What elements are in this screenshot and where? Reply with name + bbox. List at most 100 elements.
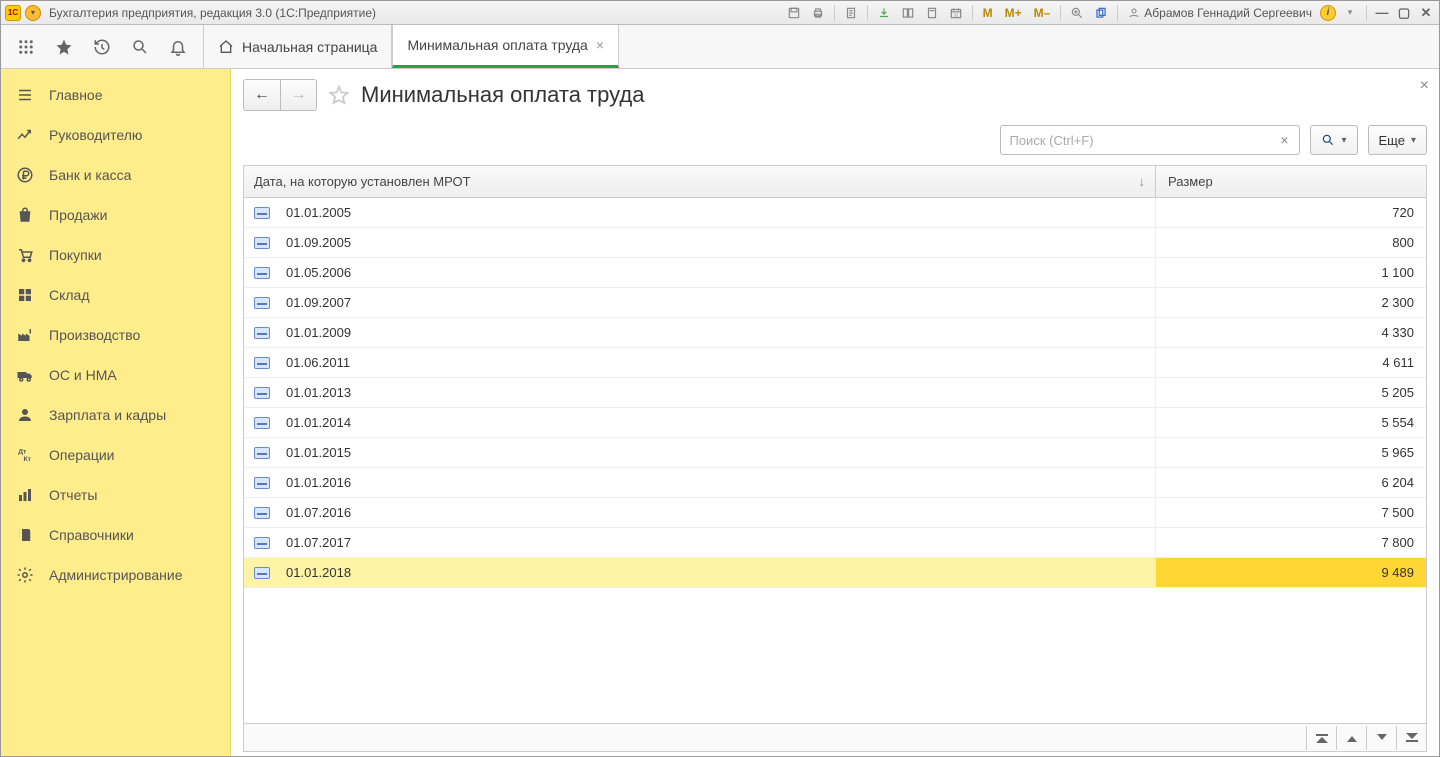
nav-back-button[interactable]: ← bbox=[244, 80, 280, 110]
sidebar-item-label: Администрирование bbox=[49, 567, 183, 583]
sidebar-item-operations[interactable]: ДтКт Операции bbox=[1, 435, 230, 475]
ledger-icon: ДтКт bbox=[15, 445, 35, 465]
sidebar-item-admin[interactable]: Администрирование bbox=[1, 555, 230, 595]
boxes-icon bbox=[15, 285, 35, 305]
table-row[interactable]: 01.06.20114 611 bbox=[244, 348, 1426, 378]
table-row[interactable]: 01.09.20072 300 bbox=[244, 288, 1426, 318]
filter-search-button[interactable]: ▾ bbox=[1310, 125, 1357, 155]
svg-text:31: 31 bbox=[953, 12, 959, 17]
apps-grid-icon[interactable] bbox=[15, 36, 37, 58]
compare-icon[interactable] bbox=[898, 4, 918, 22]
sidebar-item-label: Банк и касса bbox=[49, 167, 131, 183]
record-icon bbox=[254, 207, 270, 219]
zoom-icon[interactable] bbox=[1067, 4, 1087, 22]
table-row[interactable]: 01.07.20177 800 bbox=[244, 528, 1426, 558]
cell-date: 01.01.2015 bbox=[244, 438, 1156, 467]
calendar-icon[interactable]: 31 bbox=[946, 4, 966, 22]
cell-date-value: 01.06.2011 bbox=[286, 355, 350, 370]
mem-m-button[interactable]: M bbox=[979, 6, 997, 20]
table-pager bbox=[244, 723, 1426, 751]
mem-mplus-button[interactable]: M+ bbox=[1001, 6, 1026, 20]
cell-date-value: 01.07.2017 bbox=[286, 535, 351, 550]
sidebar-item-payroll[interactable]: Зарплата и кадры bbox=[1, 395, 230, 435]
maximize-window-button[interactable]: ▢ bbox=[1395, 5, 1413, 21]
ruble-icon bbox=[15, 165, 35, 185]
mem-mminus-button[interactable]: M– bbox=[1030, 6, 1055, 20]
table-row[interactable]: 01.01.20135 205 bbox=[244, 378, 1426, 408]
close-page-button[interactable]: × bbox=[1420, 77, 1429, 95]
titlebar: 1C ▾ Бухгалтерия предприятия, редакция 3… bbox=[1, 1, 1439, 25]
more-button[interactable]: Еще ▾ bbox=[1368, 125, 1427, 155]
close-window-button[interactable]: ✕ bbox=[1417, 5, 1435, 21]
cell-size: 1 100 bbox=[1156, 258, 1426, 287]
sidebar-item-manager[interactable]: Руководителю bbox=[1, 115, 230, 155]
sidebar-item-label: Операции bbox=[49, 447, 115, 463]
search-input[interactable] bbox=[1000, 125, 1300, 155]
table-row[interactable]: 01.09.2005800 bbox=[244, 228, 1426, 258]
pager-last-icon[interactable] bbox=[1396, 726, 1426, 750]
sidebar-item-main[interactable]: Главное bbox=[1, 75, 230, 115]
cell-date: 01.07.2017 bbox=[244, 528, 1156, 557]
sidebar-item-bank[interactable]: Банк и касса bbox=[1, 155, 230, 195]
cell-date: 01.01.2014 bbox=[244, 408, 1156, 437]
print-icon[interactable] bbox=[808, 4, 828, 22]
sidebar-item-label: Отчеты bbox=[49, 487, 97, 503]
record-icon bbox=[254, 267, 270, 279]
notifications-bell-icon[interactable] bbox=[167, 36, 189, 58]
sidebar-item-assets[interactable]: ОС и НМА bbox=[1, 355, 230, 395]
col-header-date[interactable]: Дата, на которую установлен МРОТ ↓ bbox=[244, 166, 1156, 197]
sidebar-item-sales[interactable]: Продажи bbox=[1, 195, 230, 235]
tab-close-icon[interactable]: × bbox=[596, 37, 604, 53]
cell-date: 01.05.2006 bbox=[244, 258, 1156, 287]
favorite-star-icon[interactable] bbox=[327, 83, 351, 107]
truck-icon bbox=[15, 365, 35, 385]
table-row[interactable]: 01.01.20155 965 bbox=[244, 438, 1426, 468]
cell-date: 01.01.2013 bbox=[244, 378, 1156, 407]
sidebar-item-purchases[interactable]: Покупки bbox=[1, 235, 230, 275]
table-row[interactable]: 01.01.20145 554 bbox=[244, 408, 1426, 438]
history-icon[interactable] bbox=[91, 36, 113, 58]
table-row[interactable]: 01.05.20061 100 bbox=[244, 258, 1426, 288]
calculator-icon[interactable] bbox=[922, 4, 942, 22]
sidebar-item-label: Руководителю bbox=[49, 127, 142, 143]
sidebar: Главное Руководителю Банк и касса Продаж… bbox=[1, 69, 231, 756]
tab-minimum-wage[interactable]: Минимальная оплата труда × bbox=[392, 25, 619, 68]
page-title: Минимальная оплата труда bbox=[361, 82, 644, 108]
col-header-size[interactable]: Размер bbox=[1156, 166, 1426, 197]
tab-home[interactable]: Начальная страница bbox=[203, 25, 392, 68]
table-row[interactable]: 01.01.20189 489 bbox=[244, 558, 1426, 588]
table-row[interactable]: 01.01.2005720 bbox=[244, 198, 1426, 228]
save-icon[interactable] bbox=[784, 4, 804, 22]
search-icon[interactable] bbox=[129, 36, 151, 58]
info-icon[interactable]: i bbox=[1320, 5, 1336, 21]
pager-first-icon[interactable] bbox=[1306, 726, 1336, 750]
cell-date: 01.01.2009 bbox=[244, 318, 1156, 347]
cell-date-value: 01.01.2013 bbox=[286, 385, 351, 400]
table-row[interactable]: 01.01.20094 330 bbox=[244, 318, 1426, 348]
search-clear-icon[interactable]: × bbox=[1274, 130, 1294, 150]
record-icon bbox=[254, 537, 270, 549]
nav-forward-button[interactable]: → bbox=[280, 80, 316, 110]
chevron-down-icon: ▾ bbox=[1411, 135, 1416, 146]
table-row[interactable]: 01.01.20166 204 bbox=[244, 468, 1426, 498]
sidebar-item-directories[interactable]: Справочники bbox=[1, 515, 230, 555]
sidebar-item-production[interactable]: Производство bbox=[1, 315, 230, 355]
cell-date: 01.01.2016 bbox=[244, 468, 1156, 497]
app-menu-dropdown-icon[interactable]: ▾ bbox=[25, 5, 41, 21]
cell-size: 9 489 bbox=[1156, 558, 1426, 587]
windows-list-icon[interactable] bbox=[1091, 4, 1111, 22]
favorites-star-icon[interactable] bbox=[53, 36, 75, 58]
sidebar-item-reports[interactable]: Отчеты bbox=[1, 475, 230, 515]
minimize-window-button[interactable]: — bbox=[1373, 5, 1391, 21]
sidebar-item-label: Производство bbox=[49, 327, 140, 343]
pager-up-icon[interactable] bbox=[1336, 726, 1366, 750]
document-icon[interactable] bbox=[841, 4, 861, 22]
info-dropdown-icon[interactable]: ▾ bbox=[1340, 4, 1360, 22]
cell-size: 800 bbox=[1156, 228, 1426, 257]
sidebar-item-warehouse[interactable]: Склад bbox=[1, 275, 230, 315]
current-user[interactable]: Абрамов Геннадий Сергеевич bbox=[1124, 6, 1316, 20]
download-icon[interactable] bbox=[874, 4, 894, 22]
pager-down-icon[interactable] bbox=[1366, 726, 1396, 750]
cell-date-value: 01.07.2016 bbox=[286, 505, 351, 520]
table-row[interactable]: 01.07.20167 500 bbox=[244, 498, 1426, 528]
